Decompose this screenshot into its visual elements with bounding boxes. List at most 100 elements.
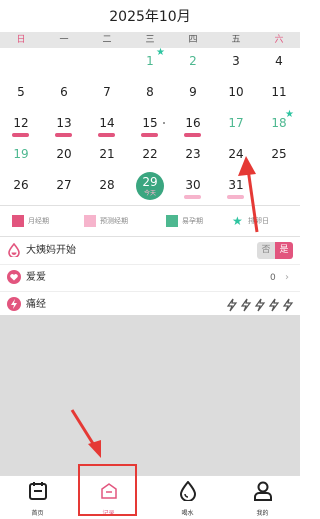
- day-number: 21: [99, 147, 115, 161]
- legend-ovulation: ★ 排卵日: [232, 215, 287, 227]
- calendar-day[interactable]: 1 ★: [129, 48, 171, 78]
- day-number: 24: [228, 147, 244, 161]
- calendar-empty: [43, 48, 85, 78]
- day-number: 16: [185, 116, 201, 130]
- toggle-yes[interactable]: 是: [275, 242, 293, 259]
- period-bar: [98, 133, 115, 137]
- tab-home[interactable]: 首页: [0, 476, 75, 519]
- tab-mine[interactable]: 我的: [225, 476, 300, 519]
- legend-predicted: 预测经期: [84, 215, 144, 227]
- calendar-day[interactable]: 22: [129, 141, 171, 171]
- period-start-toggle[interactable]: 否 是: [257, 242, 293, 259]
- period-bar: [141, 133, 158, 137]
- day-number: 26: [13, 178, 29, 192]
- day-number: 12: [13, 116, 29, 130]
- calendar-day[interactable]: 2: [172, 48, 214, 78]
- weekday-wed: 三: [145, 35, 155, 45]
- ovulation-star-icon: ★: [285, 109, 294, 120]
- weekday-header: 日 一 二 三 四 五 六: [0, 32, 300, 48]
- bolt-icon[interactable]: [254, 298, 266, 312]
- bottom-tab-bar: 首页 记录 喝水 我的: [0, 475, 300, 519]
- legend-label: 易孕期: [182, 217, 203, 225]
- weekday-sat: 六: [274, 35, 284, 45]
- calendar-day[interactable]: 23: [172, 141, 214, 171]
- bolt-icon[interactable]: [268, 298, 280, 312]
- weekday-mon: 一: [59, 35, 69, 45]
- calendar-day[interactable]: 4: [258, 48, 300, 78]
- day-number: 11: [271, 85, 287, 99]
- note-dot: [163, 122, 165, 124]
- calendar-icon: [29, 482, 47, 500]
- calendar-day[interactable]: 31: [215, 172, 257, 202]
- legend-swatch: [166, 215, 178, 227]
- calendar-empty: [86, 48, 128, 78]
- weekday-tue: 二: [102, 35, 112, 45]
- calendar-empty: [258, 172, 300, 202]
- day-number: 23: [185, 147, 201, 161]
- day-number: 6: [60, 85, 68, 99]
- day-number: 7: [103, 85, 111, 99]
- love-row[interactable]: 爱爱 0 ›: [0, 265, 300, 292]
- annotation-highlight-box: [78, 464, 137, 516]
- calendar-day[interactable]: 17: [215, 110, 257, 140]
- calendar-day[interactable]: 5: [0, 79, 42, 109]
- weekday-thu: 四: [188, 35, 198, 45]
- calendar-day[interactable]: 25: [258, 141, 300, 171]
- calendar-day[interactable]: 21: [86, 141, 128, 171]
- tab-mine-label: 我的: [256, 510, 269, 517]
- tab-water[interactable]: 喝水: [150, 476, 225, 519]
- empty-content-area: [0, 315, 300, 475]
- day-number: 2: [189, 54, 197, 68]
- calendar-day[interactable]: 26: [0, 172, 42, 202]
- bolt-icon[interactable]: [282, 298, 294, 312]
- calendar-day[interactable]: 10: [215, 79, 257, 109]
- calendar-day[interactable]: 20: [43, 141, 85, 171]
- period-bar: [12, 133, 29, 137]
- calendar-day[interactable]: 13: [43, 110, 85, 140]
- weekday-fri: 五: [231, 35, 241, 45]
- calendar-day[interactable]: 7: [86, 79, 128, 109]
- calendar-day[interactable]: 6: [43, 79, 85, 109]
- day-number: 25: [271, 147, 287, 161]
- day-number: 17: [228, 116, 244, 130]
- calendar-day[interactable]: 29 今天: [129, 172, 171, 202]
- cramps-level: [226, 298, 296, 312]
- legend-fertile: 易孕期: [166, 215, 216, 227]
- day-number: 22: [142, 147, 158, 161]
- calendar-day[interactable]: 8: [129, 79, 171, 109]
- calendar-day[interactable]: 27: [43, 172, 85, 202]
- love-count: 0: [270, 273, 276, 283]
- day-number: 4: [275, 54, 283, 68]
- day-number: 19: [13, 147, 29, 161]
- tab-home-label: 首页: [31, 510, 44, 517]
- day-number: 3: [232, 54, 240, 68]
- calendar-day[interactable]: 18 ★: [258, 110, 300, 140]
- bolt-icon[interactable]: [226, 298, 238, 312]
- lightning-icon: [7, 297, 21, 311]
- calendar-day[interactable]: 11: [258, 79, 300, 109]
- predicted-period-bar: [184, 195, 201, 199]
- calendar-day[interactable]: 28: [86, 172, 128, 202]
- drop-icon: [179, 481, 197, 501]
- toggle-no[interactable]: 否: [257, 242, 275, 259]
- calendar-day[interactable]: 24: [215, 141, 257, 171]
- calendar-day[interactable]: 3: [215, 48, 257, 78]
- day-number: 29: [142, 175, 158, 189]
- calendar-day[interactable]: 16: [172, 110, 214, 140]
- calendar-day[interactable]: 12: [0, 110, 42, 140]
- chevron-right-icon: ›: [285, 272, 289, 283]
- period-start-label: 大姨妈开始: [26, 245, 76, 256]
- day-number: 14: [99, 116, 115, 130]
- bolt-icon[interactable]: [240, 298, 252, 312]
- legend-label: 月经期: [28, 217, 49, 225]
- heart-icon: [7, 270, 21, 284]
- day-number: 13: [56, 116, 72, 130]
- calendar-day[interactable]: 14: [86, 110, 128, 140]
- day-number: 30: [185, 178, 201, 192]
- calendar-day[interactable]: 15: [129, 110, 171, 140]
- calendar-day[interactable]: 9: [172, 79, 214, 109]
- calendar-day[interactable]: 19: [0, 141, 42, 171]
- calendar-day[interactable]: 30: [172, 172, 214, 202]
- period-bar: [184, 133, 201, 137]
- legend-label: 排卵日: [248, 217, 269, 225]
